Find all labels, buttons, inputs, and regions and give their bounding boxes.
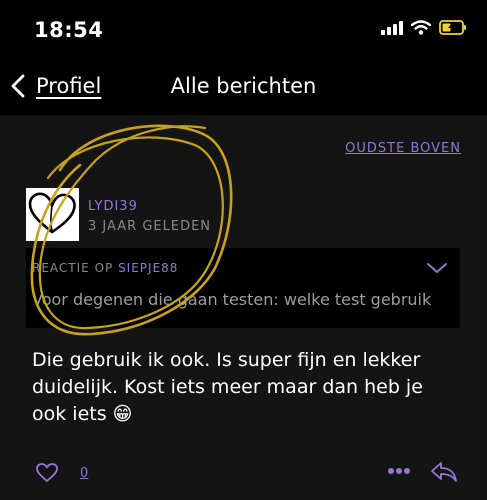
heart-like-icon[interactable] xyxy=(36,463,58,483)
status-time: 18:54 xyxy=(34,18,104,42)
sort-oldest-first-link[interactable]: OUDSTE BOVEN xyxy=(345,141,461,156)
more-options-icon[interactable] xyxy=(387,467,411,475)
quote-text: Voor degenen die gaan testen: welke test… xyxy=(32,290,432,309)
signal-icon xyxy=(381,20,403,35)
post-time-ago: 3 JAAR GELEDEN xyxy=(88,219,212,234)
post-panel: OUDSTE BOVEN LYDI39 3 JAAR GELEDEN REACT… xyxy=(0,115,487,500)
heart-avatar-icon xyxy=(28,192,76,234)
post-username[interactable]: LYDI39 xyxy=(88,199,138,214)
page-title: Alle berichten xyxy=(170,74,317,98)
post-body: Die gebruik ik ook. Is super fijn en lek… xyxy=(32,349,423,425)
chevron-down-icon[interactable] xyxy=(426,262,448,274)
like-count[interactable]: 0 xyxy=(80,466,88,481)
quote-label: REACTIE OP SIEPJE88 xyxy=(32,261,178,275)
status-icons xyxy=(381,20,467,35)
quoted-reply-box[interactable]: REACTIE OP SIEPJE88 Voor degenen die gaa… xyxy=(26,248,460,328)
wifi-icon xyxy=(411,20,431,35)
avatar[interactable] xyxy=(26,188,79,241)
navigation-bar: Profiel Alle berichten xyxy=(0,60,487,115)
quote-username[interactable]: SIEPJE88 xyxy=(118,261,178,275)
quote-prefix: REACTIE OP xyxy=(32,261,119,275)
battery-charging-icon xyxy=(439,20,466,35)
reply-icon[interactable] xyxy=(430,461,458,483)
